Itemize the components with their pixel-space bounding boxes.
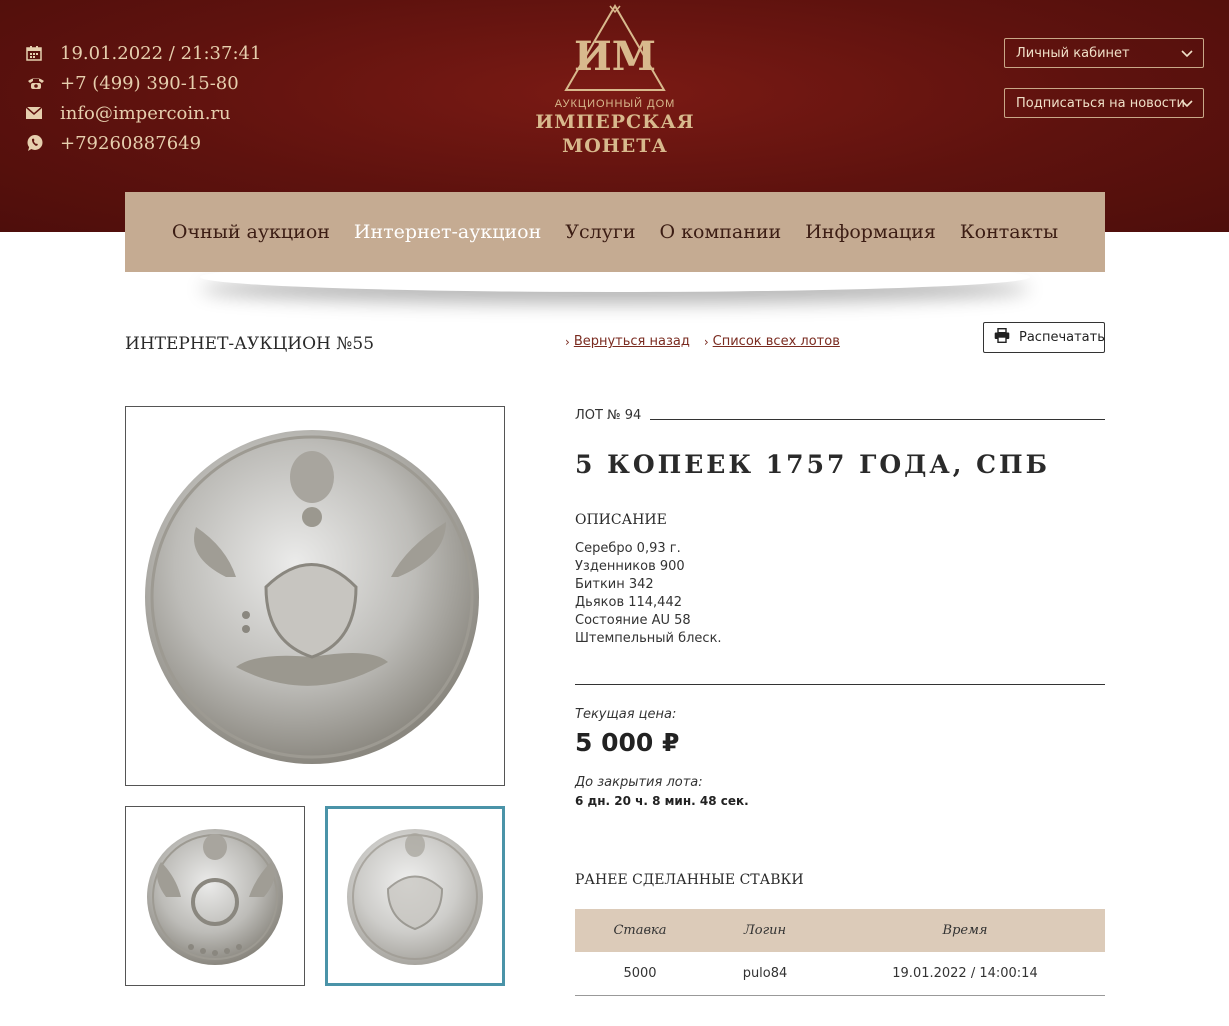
description-line: Серебро 0,93 г. <box>575 541 681 556</box>
column-header-time: Время <box>825 909 1105 952</box>
breadcrumb: › Вернуться назад › Список всех лотов <box>565 334 840 349</box>
time-left-label: До закрытия лота: <box>575 775 703 790</box>
contact-text: +79260887649 <box>60 132 202 154</box>
logo-name-line1: ИМПЕРСКАЯ <box>535 111 695 133</box>
column-header-login: Логин <box>705 909 825 952</box>
contact-text: info@impercoin.ru <box>60 102 231 124</box>
chevron-down-icon <box>1181 47 1193 63</box>
chevron-right-icon: › <box>565 334 570 349</box>
coin-reverse-image <box>145 430 479 764</box>
description-list: Серебро 0,93 г. Узденников 900 Биткин 34… <box>575 540 722 648</box>
nav-item-internet-auction[interactable]: Интернет-аукцион <box>342 221 553 243</box>
time-left-value: 6 дн. 20 ч. 8 мин. 48 сек. <box>575 794 749 808</box>
nav-item-about[interactable]: О компании <box>648 221 794 243</box>
mail-icon <box>26 103 60 123</box>
description-line: Дьяков 114,442 <box>575 595 682 610</box>
description-line: Биткин 342 <box>575 577 654 592</box>
description-heading: ОПИСАНИЕ <box>575 512 667 528</box>
chevron-right-icon: › <box>703 334 709 349</box>
lots-crumb: › Список всех лотов <box>704 334 840 349</box>
svg-text:ИМ: ИМ <box>574 33 656 80</box>
lot-title: 5 КОПЕЕК 1757 ГОДА, СПБ <box>575 450 1050 479</box>
nav-item-services[interactable]: Услуги <box>553 221 647 243</box>
lot-number: ЛОТ № 94 <box>575 408 642 423</box>
contact-phone[interactable]: +7 (499) 390-15-80 <box>26 68 261 98</box>
print-button-label: Распечатать <box>1019 330 1105 345</box>
nav-item-offline-auction[interactable]: Очный аукцион <box>160 221 342 243</box>
table-header-row: Ставка Логин Время <box>575 909 1105 952</box>
bid-login: pulo84 <box>705 952 825 996</box>
print-button[interactable]: Распечатать <box>983 322 1105 353</box>
back-crumb: › Вернуться назад <box>565 334 690 349</box>
contact-whatsapp[interactable]: +79260887649 <box>26 128 261 158</box>
divider <box>650 419 1105 420</box>
description-line: Узденников 900 <box>575 559 685 574</box>
chevron-down-icon <box>1181 97 1193 113</box>
current-price: 5 000 ₽ <box>575 728 680 757</box>
contact-text: 19.01.2022 / 21:37:41 <box>60 42 262 64</box>
logo-subtitle: АУКЦИОННЫЙ ДОМ <box>554 98 676 110</box>
back-link[interactable]: Вернуться назад <box>574 334 690 349</box>
thumbnail-obverse[interactable] <box>125 806 305 986</box>
main-nav: Очный аукцион Интернет-аукцион Услуги О … <box>125 192 1105 272</box>
printer-icon <box>994 327 1010 347</box>
site-logo[interactable]: ИМ АУКЦИОННЫЙ ДОМ ИМПЕРСКАЯ МОНЕТА <box>530 4 700 164</box>
bid-time: 19.01.2022 / 14:00:14 <box>825 952 1105 996</box>
account-select-label: Личный кабинет <box>1016 45 1130 61</box>
nav-item-information[interactable]: Информация <box>793 221 948 243</box>
account-select[interactable]: Личный кабинет <box>1004 38 1204 68</box>
whatsapp-icon <box>26 133 60 153</box>
description-line: Штемпельный блеск. <box>575 631 722 646</box>
bid-amount: 5000 <box>575 952 705 996</box>
contact-datetime: 19.01.2022 / 21:37:41 <box>26 38 261 68</box>
logo-mark-icon: ИМ <box>564 4 666 91</box>
column-header-bid: Ставка <box>575 909 705 952</box>
subscribe-select[interactable]: Подписаться на новости <box>1004 88 1204 118</box>
table-row: 5000 pulo84 19.01.2022 / 14:00:14 <box>575 952 1105 996</box>
coin-obverse-thumb <box>147 829 283 965</box>
all-lots-link[interactable]: Список всех лотов <box>713 334 840 349</box>
calendar-icon <box>26 43 60 63</box>
contact-text: +7 (499) 390-15-80 <box>60 72 239 94</box>
description-line: Состояние AU 58 <box>575 613 691 628</box>
page-title: ИНТЕРНЕТ-АУКЦИОН №55 <box>125 334 375 354</box>
bids-heading: РАНЕЕ СДЕЛАННЫЕ СТАВКИ <box>575 872 804 888</box>
divider <box>575 684 1105 685</box>
contact-list: 19.01.2022 / 21:37:41 +7 (499) 390-15-80… <box>26 38 261 158</box>
logo-name-line2: МОНЕТА <box>562 135 668 157</box>
thumbnail-reverse[interactable] <box>325 806 505 986</box>
subscribe-select-label: Подписаться на новости <box>1016 95 1185 111</box>
phone-icon <box>26 73 60 93</box>
bids-table: Ставка Логин Время 5000 pulo84 19.01.202… <box>575 909 1105 996</box>
contact-email[interactable]: info@impercoin.ru <box>26 98 261 128</box>
current-price-label: Текущая цена: <box>575 707 677 722</box>
coin-reverse-thumb <box>347 829 483 965</box>
nav-item-contacts[interactable]: Контакты <box>948 221 1070 243</box>
main-lot-image[interactable] <box>125 406 505 786</box>
